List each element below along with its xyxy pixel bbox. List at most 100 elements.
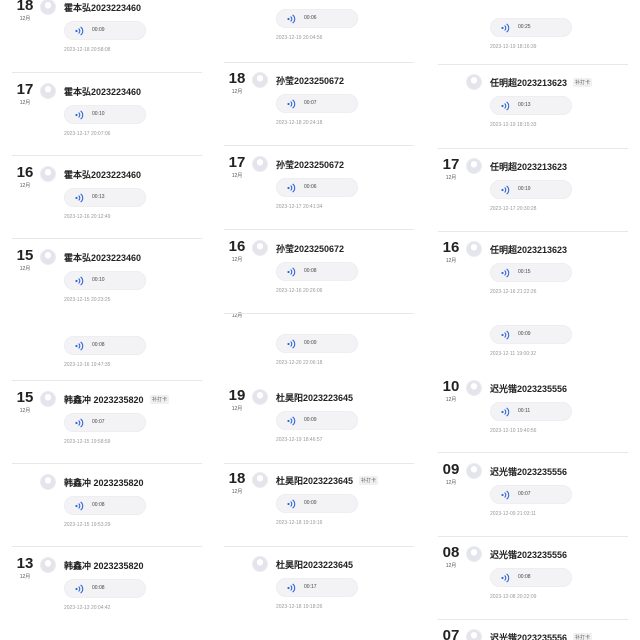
user-name[interactable]: 迟光锴2023235556 [490, 465, 567, 478]
user-name[interactable]: 霍本弘2023223460 [64, 1, 141, 14]
user-name[interactable]: 孙莹2023250672 [276, 242, 344, 255]
divider [224, 463, 414, 464]
user-name[interactable]: 韩鑫冲 2023235820 [64, 393, 144, 406]
user-avatar-icon[interactable] [252, 240, 268, 256]
voice-message-button[interactable]: 00:08 [64, 336, 146, 355]
day-number: 16 [228, 238, 246, 255]
user-avatar-icon[interactable] [466, 380, 482, 396]
user-avatar-icon[interactable] [466, 546, 482, 562]
voice-duration: 00:10 [92, 111, 105, 117]
user-avatar-icon[interactable] [252, 156, 268, 172]
voice-message-button[interactable]: 00:09 [276, 494, 358, 513]
user-name[interactable]: 韩鑫冲 2023235820 [64, 559, 144, 572]
user-name[interactable]: 韩鑫冲 2023235820 [64, 476, 144, 489]
user-avatar-icon[interactable] [40, 166, 56, 182]
divider [12, 546, 202, 547]
voice-wave-icon [501, 573, 510, 583]
date-block: 18 12月 [12, 0, 38, 23]
voice-message-button[interactable]: 00:07 [276, 94, 358, 113]
user-avatar-icon[interactable] [40, 391, 56, 407]
voice-message-button[interactable]: 00:07 [64, 413, 146, 432]
user-avatar-icon[interactable] [252, 389, 268, 405]
user-name[interactable]: 迟光锴2023235556 [490, 548, 567, 561]
user-avatar-icon[interactable] [466, 74, 482, 90]
voice-message-button[interactable]: 00:15 [490, 263, 572, 282]
user-avatar-icon[interactable] [40, 0, 56, 15]
day-number: 17 [228, 154, 246, 171]
user-name[interactable]: 任明超2023213623 [490, 160, 567, 173]
voice-duration: 00:08 [92, 502, 105, 508]
voice-wave-icon [75, 276, 84, 286]
day-number: 10 [442, 378, 460, 395]
user-avatar-icon[interactable] [466, 463, 482, 479]
voice-message-button[interactable]: 00:07 [490, 485, 572, 504]
date-block: 17 12月 [224, 155, 250, 180]
voice-message-button[interactable]: 00:09 [490, 325, 572, 344]
checkin-timestamp: 2023-12-09 21:03:11 [490, 511, 537, 517]
user-name[interactable]: 杜昊阳2023223645 [276, 558, 353, 571]
month-label: 12月 [19, 408, 31, 414]
voice-message-button[interactable]: 00:09 [64, 21, 146, 40]
voice-duration: 00:08 [92, 342, 105, 348]
voice-message-button[interactable]: 00:11 [490, 402, 572, 421]
checkin-timestamp: 2023-12-11 19:00:32 [490, 351, 537, 357]
voice-message-button[interactable]: 00:13 [490, 96, 572, 115]
voice-message-button[interactable]: 00:25 [490, 18, 572, 37]
day-number: 18 [228, 70, 246, 87]
voice-message-button[interactable]: 00:08 [64, 579, 146, 598]
voice-message-button[interactable]: 00:09 [276, 411, 358, 430]
day-number: 17 [16, 81, 34, 98]
voice-message-button[interactable]: 00:08 [276, 262, 358, 281]
user-name[interactable]: 杜昊阳2023223645 [276, 474, 353, 487]
voice-duration: 00:09 [304, 417, 317, 423]
voice-message-button[interactable]: 00:06 [276, 178, 358, 197]
user-avatar-icon[interactable] [40, 557, 56, 573]
voice-duration: 00:13 [92, 194, 105, 200]
checkin-timestamp: 2023-12-16 20:26:06 [276, 288, 323, 294]
user-name[interactable]: 任明超2023213623 [490, 76, 567, 89]
month-label: 12月 [19, 266, 31, 272]
voice-duration: 00:09 [92, 27, 105, 33]
user-name[interactable]: 霍本弘2023223460 [64, 251, 141, 264]
day-number: 16 [442, 239, 460, 256]
user-name[interactable]: 霍本弘2023223460 [64, 168, 141, 181]
day-number: 18 [228, 470, 246, 487]
voice-message-button[interactable]: 00:06 [276, 9, 358, 28]
user-name[interactable]: 迟光锴2023235556 [490, 382, 567, 395]
checkin-timestamp: 2023-12-16 20:12:49 [64, 214, 111, 220]
makeup-checkin-badge: 补打卡 [573, 78, 593, 87]
voice-message-button[interactable]: 00:19 [490, 180, 572, 199]
voice-message-button[interactable]: 00:09 [276, 334, 358, 353]
user-avatar-icon[interactable] [40, 83, 56, 99]
day-number: 19 [228, 387, 246, 404]
month-label: 12月 [445, 175, 457, 181]
voice-duration: 00:06 [304, 184, 317, 190]
user-name[interactable]: 霍本弘2023223460 [64, 85, 141, 98]
user-avatar-icon[interactable] [252, 472, 268, 488]
voice-message-button[interactable]: 00:08 [64, 496, 146, 515]
voice-message-button[interactable]: 00:08 [490, 568, 572, 587]
user-name[interactable]: 孙莹2023250672 [276, 158, 344, 171]
user-avatar-icon[interactable] [466, 158, 482, 174]
user-avatar-icon[interactable] [466, 241, 482, 257]
user-name[interactable]: 孙莹2023250672 [276, 74, 344, 87]
user-name[interactable]: 迟光锴2023235556 [490, 631, 567, 640]
user-avatar-icon[interactable] [252, 556, 268, 572]
voice-message-button[interactable]: 00:10 [64, 105, 146, 124]
user-avatar-icon[interactable] [40, 474, 56, 490]
voice-wave-icon [75, 110, 84, 120]
user-avatar-icon[interactable] [252, 72, 268, 88]
checkin-timestamp: 2023-12-17 20:41:34 [276, 204, 323, 210]
day-number: 13 [16, 555, 34, 572]
voice-message-button[interactable]: 00:17 [276, 578, 358, 597]
user-name[interactable]: 任明超2023213623 [490, 243, 567, 256]
user-name[interactable]: 杜昊阳2023223645 [276, 391, 353, 404]
user-avatar-icon[interactable] [466, 629, 482, 640]
voice-message-button[interactable]: 00:10 [64, 271, 146, 290]
date-block: 09 12月 [438, 462, 464, 487]
day-number: 16 [16, 164, 34, 181]
date-block: 10 12月 [438, 379, 464, 404]
voice-message-button[interactable]: 00:13 [64, 188, 146, 207]
checkin-timestamp: 2023-12-17 20:07:06 [64, 131, 111, 137]
user-avatar-icon[interactable] [40, 249, 56, 265]
